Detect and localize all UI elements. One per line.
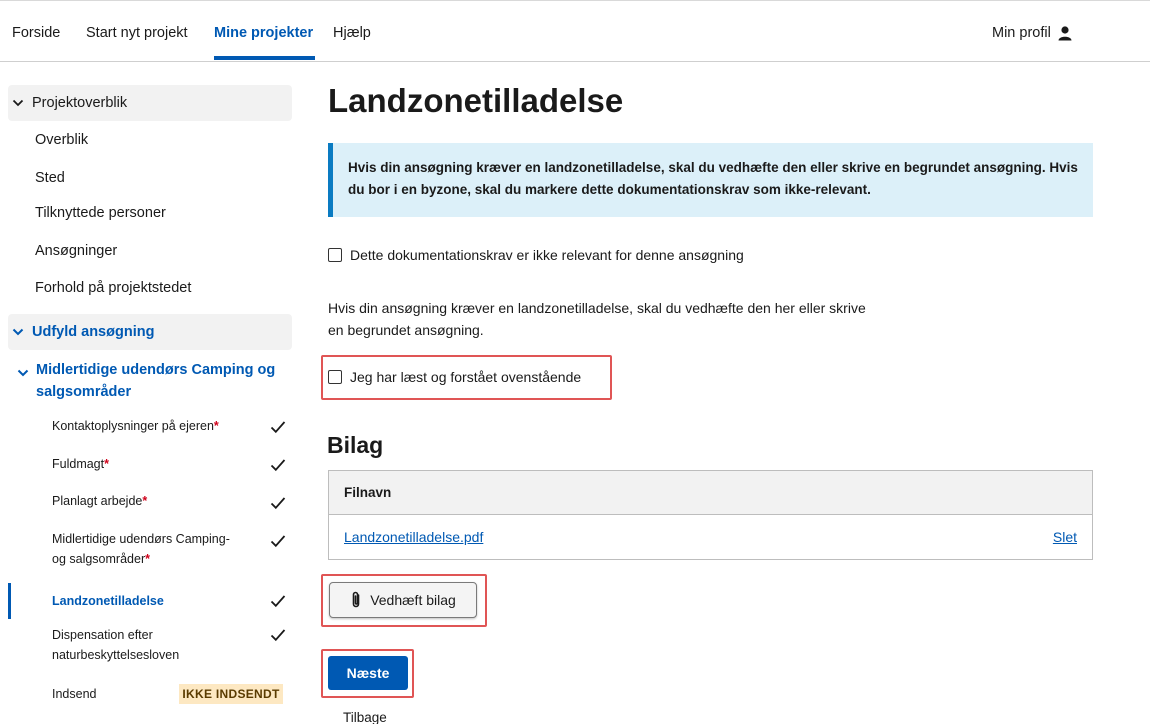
checkmark-icon (270, 497, 286, 510)
nav-start-nyt-projekt[interactable]: Start nyt projekt (86, 25, 188, 41)
status-badge: IKKE INDSENDT (179, 684, 283, 704)
back-link[interactable]: Tilbage (343, 710, 387, 724)
sidebar-item-ansoegninger[interactable]: Ansøgninger (35, 243, 117, 259)
nav-mine-projekter[interactable]: Mine projekter (214, 25, 313, 41)
subitem-label: Planlagt arbejde (52, 494, 143, 508)
not-relevant-checkbox[interactable] (328, 248, 342, 262)
sidebar-section-label: Udfyld ansøgning (32, 324, 155, 340)
chevron-down-icon (12, 328, 28, 336)
sidebar-group-camping[interactable]: Midlertidige udendørs Camping og salgsom… (17, 359, 287, 403)
subitem-label: Landzonetilladelse (52, 594, 164, 608)
checkmark-icon (270, 421, 286, 434)
nav-active-indicator (214, 56, 315, 60)
sidebar-item-overblik[interactable]: Overblik (35, 132, 88, 148)
subitem-label: Dispensation efter naturbeskyttelseslove… (52, 628, 180, 662)
next-button[interactable]: Næste (328, 656, 408, 690)
understood-label: Jeg har læst og forstået ovenstående (350, 369, 582, 385)
required-mark: * (104, 457, 109, 471)
profile-label: Min profil (992, 25, 1051, 41)
chevron-down-icon (17, 359, 33, 403)
checkmark-icon (270, 459, 286, 472)
checkmark-icon (270, 595, 286, 608)
not-relevant-checkbox-row[interactable]: Dette dokumentationskrav er ikke relevan… (328, 247, 744, 263)
table-header-filnavn: Filnavn (329, 471, 1092, 515)
sidebar-subitem-planlagt-arbejde[interactable]: Planlagt arbejde* (52, 491, 252, 511)
sidebar-subitem-dispensation[interactable]: Dispensation efter naturbeskyttelseslove… (52, 625, 212, 665)
required-mark: * (145, 552, 150, 566)
sidebar-subitem-kontaktoplysninger[interactable]: Kontaktoplysninger på ejeren* (52, 416, 252, 436)
sidebar-group-label: Midlertidige udendørs Camping og salgsom… (36, 362, 276, 400)
profile-link[interactable]: Min profil (992, 25, 1073, 41)
checkmark-icon (270, 535, 286, 548)
not-relevant-label: Dette dokumentationskrav er ikke relevan… (350, 247, 744, 263)
file-link[interactable]: Landzonetilladelse.pdf (344, 529, 483, 545)
attach-file-button[interactable]: Vedhæft bilag (329, 582, 477, 618)
sidebar-item-forhold[interactable]: Forhold på projektstedet (35, 280, 191, 296)
info-box: Hvis din ansøgning kræver en landzonetil… (328, 143, 1093, 217)
subitem-label: Indsend (52, 687, 97, 701)
instruction-paragraph: Hvis din ansøgning kræver en landzonetil… (328, 297, 918, 341)
required-mark: * (213, 419, 219, 433)
subitem-label: Fuldmagt (52, 457, 105, 471)
attachments-table: Filnavn Landzonetilladelse.pdf Slet (328, 470, 1093, 560)
understood-checkbox[interactable] (328, 370, 342, 384)
chevron-down-icon (12, 99, 28, 107)
required-mark: * (142, 494, 148, 508)
nav-forside[interactable]: Forside (12, 25, 60, 41)
delete-link[interactable]: Slet (1053, 529, 1077, 545)
info-text: Hvis din ansøgning kræver en landzonetil… (348, 160, 1078, 197)
sidebar-subitem-fuldmagt[interactable]: Fuldmagt* (52, 454, 252, 474)
sidebar-section-projektoverblik[interactable]: Projektoverblik (8, 85, 292, 121)
sidebar-section-udfyld-ansoegning[interactable]: Udfyld ansøgning (8, 314, 292, 350)
attach-file-label: Vedhæft bilag (370, 592, 456, 608)
person-icon (1058, 26, 1072, 41)
subitem-label: Midlertidige udendørs Camping- og salgso… (52, 532, 230, 566)
top-navigation: Forside Start nyt projekt Mine projekter… (0, 0, 1150, 62)
sidebar-subitem-landzonetilladelse[interactable]: Landzonetilladelse (52, 591, 252, 611)
attachments-title: Bilag (327, 432, 384, 458)
sidebar-item-sted[interactable]: Sted (35, 170, 65, 186)
sidebar-item-tilknyttede-personer[interactable]: Tilknyttede personer (35, 205, 166, 221)
instruction-line-2: en begrundet ansøgning. (328, 322, 484, 338)
sidebar-subitem-camping-omraader[interactable]: Midlertidige udendørs Camping- og salgso… (52, 529, 244, 569)
sidebar-section-label: Projektoverblik (32, 95, 128, 111)
understood-checkbox-row[interactable]: Jeg har læst og forstået ovenstående (328, 369, 581, 385)
checkmark-icon (270, 629, 286, 642)
instruction-line-1: Hvis din ansøgning kræver en landzonetil… (328, 300, 866, 316)
active-item-indicator (8, 583, 11, 619)
table-row: Landzonetilladelse.pdf Slet (329, 515, 1092, 559)
nav-hjaelp[interactable]: Hjælp (333, 25, 371, 41)
subitem-label: Kontaktoplysninger på ejeren (52, 419, 214, 433)
paperclip-icon (352, 591, 360, 608)
page-title: Landzonetilladelse (328, 82, 624, 119)
